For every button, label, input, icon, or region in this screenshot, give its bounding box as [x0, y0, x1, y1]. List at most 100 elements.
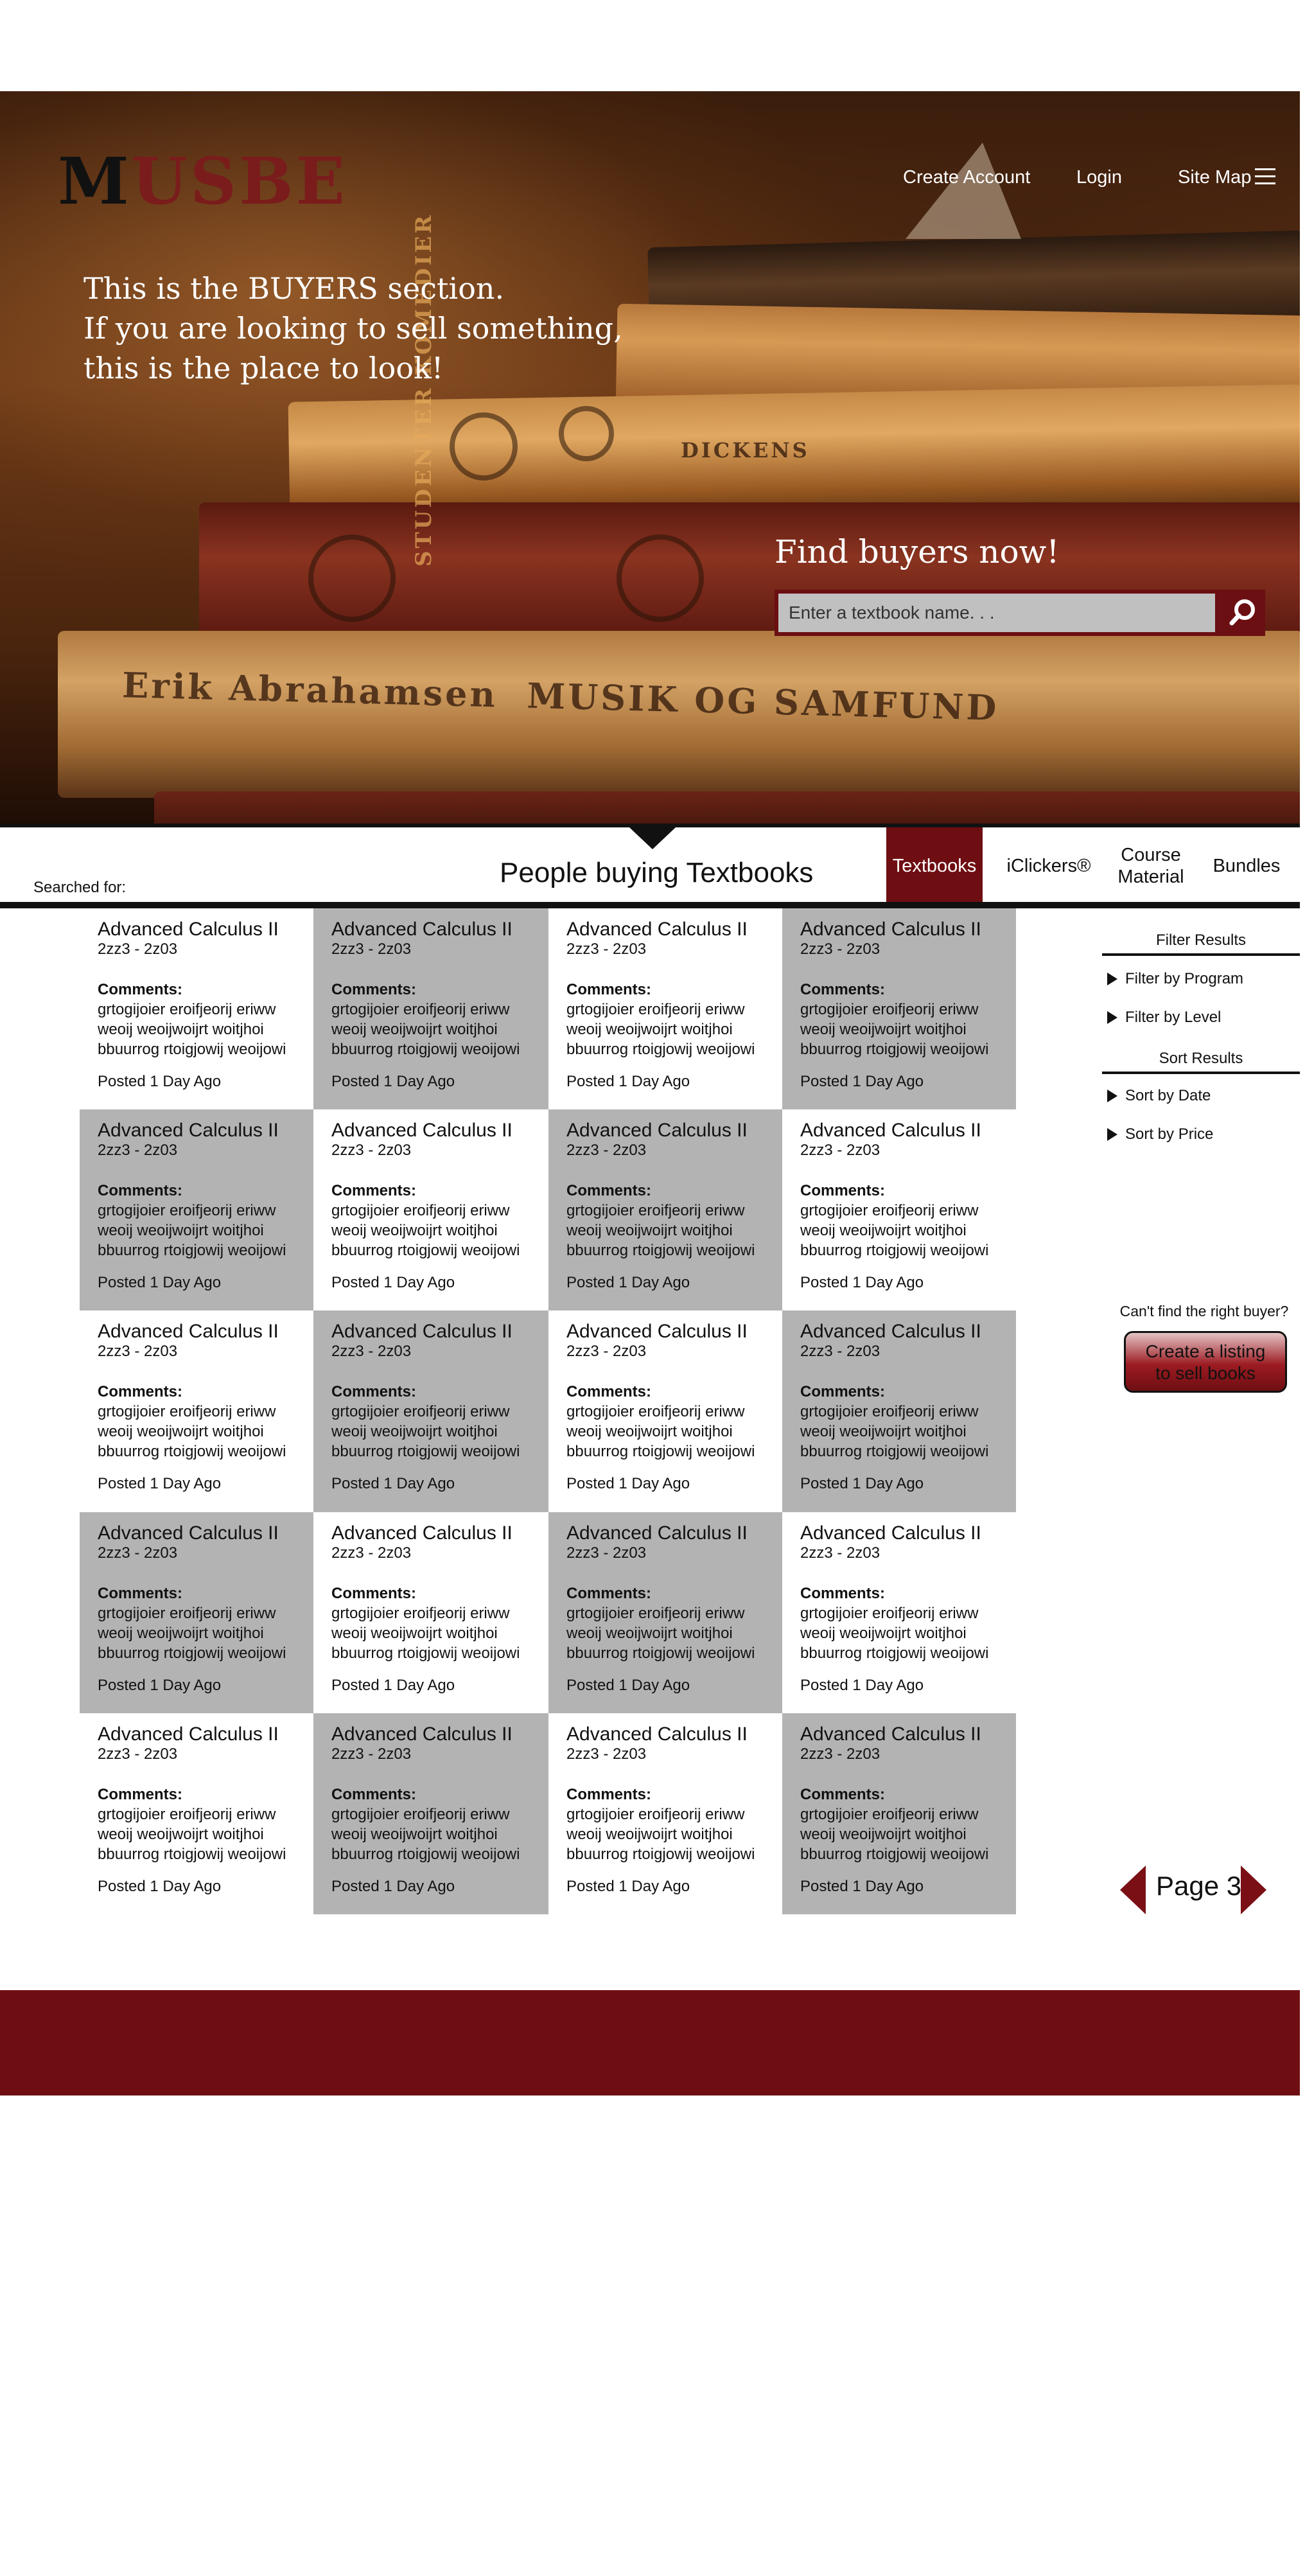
results-heading: People buying Textbooks: [500, 857, 814, 888]
search-box: [775, 590, 1265, 636]
listing-card[interactable]: Advanced Calculus II 2zz3 - 2z03 Comments:…: [782, 1310, 1016, 1512]
ornament-icon: [559, 406, 614, 461]
listing-card[interactable]: Advanced Calculus II 2zz3 - 2z03 Comments:…: [782, 908, 1016, 1110]
comments-label: Comments:: [331, 1584, 417, 1602]
listing-card[interactable]: Advanced Calculus II 2zz3 - 2z03 Comments:…: [313, 1310, 548, 1512]
comments-text: grtogijoier eroifjeorij eriww weoij weoi…: [800, 1805, 989, 1863]
listing-title: Advanced Calculus II: [566, 1723, 748, 1745]
course-code: 2zz3 - 2z03: [331, 1544, 412, 1562]
course-code: 2zz3 - 2z03: [566, 1544, 647, 1562]
listing-card[interactable]: Advanced Calculus II 2zz3 - 2z03 Comments:…: [313, 1512, 548, 1713]
listing-card[interactable]: Advanced Calculus II 2zz3 - 2z03 Comments:…: [313, 908, 548, 1110]
listing-card[interactable]: Advanced Calculus II 2zz3 - 2z03 Comments:…: [548, 1713, 782, 1914]
chevron-right-icon[interactable]: [1241, 1866, 1266, 1914]
filter-by-level[interactable]: Filter by Level: [1107, 1009, 1221, 1027]
create-account-link[interactable]: Create Account: [903, 167, 1030, 188]
posted-time: Posted 1 Day Ago: [800, 1274, 924, 1292]
tab-textbooks[interactable]: Textbooks: [886, 827, 983, 904]
listing-card[interactable]: Advanced Calculus II 2zz3 - 2z03 Comments:…: [782, 1713, 1016, 1914]
site-map-link[interactable]: Site Map: [1178, 167, 1251, 188]
listing-title: Advanced Calculus II: [98, 1321, 279, 1343]
comments-label: Comments:: [566, 1383, 652, 1401]
comments-label: Comments:: [800, 1584, 886, 1602]
listing-card[interactable]: Advanced Calculus II 2zz3 - 2z03 Comments:…: [782, 1109, 1016, 1310]
listing-card[interactable]: Advanced Calculus II 2zz3 - 2z03 Comments:…: [548, 908, 782, 1109]
comments-text: grtogijoier eroifjeorij eriww weoij weoi…: [331, 1403, 520, 1461]
ornament-icon: [617, 534, 704, 622]
listing-card[interactable]: Advanced Calculus II 2zz3 - 2z03 Comments:…: [80, 1713, 313, 1914]
comments-text: grtogijoier eroifjeorij eriww weoij weoi…: [800, 1202, 989, 1260]
course-code: 2zz3 - 2z03: [566, 1343, 647, 1361]
comments-label: Comments:: [331, 1383, 417, 1401]
listing-title: Advanced Calculus II: [331, 1321, 512, 1343]
comments-text: grtogijoier eroifjeorij eriww weoij weoi…: [331, 1805, 520, 1863]
listing-title: Advanced Calculus II: [566, 1321, 748, 1343]
search-button[interactable]: [1219, 590, 1265, 636]
posted-time: Posted 1 Day Ago: [331, 1274, 455, 1292]
hero-banner: Erik Abrahamsen MUSIK OG SAMFUND STUDENT…: [0, 91, 1300, 824]
filter-results-heading: Filter Results: [1155, 931, 1247, 949]
sidebar-divider: [1102, 953, 1300, 956]
course-code: 2zz3 - 2z03: [800, 940, 880, 958]
tagline-line: This is the BUYERS section.: [83, 271, 505, 306]
tagline-line: this is the place to look!: [83, 351, 444, 385]
listing-card[interactable]: Advanced Calculus II 2zz3 - 2z03 Comments:…: [548, 1512, 782, 1713]
listing-title: Advanced Calculus II: [98, 1120, 279, 1142]
course-code: 2zz3 - 2z03: [331, 1142, 412, 1160]
listing-card[interactable]: Advanced Calculus II 2zz3 - 2z03 Comments:…: [548, 1109, 782, 1311]
listing-card[interactable]: Advanced Calculus II 2zz3 - 2z03 Comments:…: [80, 908, 313, 1109]
ornament-icon: [450, 412, 518, 481]
sort-by-date-label: Sort by Date: [1125, 1087, 1211, 1104]
sort-results-heading: Sort Results: [1159, 1050, 1243, 1067]
posted-time: Posted 1 Day Ago: [800, 1073, 924, 1090]
listing-card[interactable]: Advanced Calculus II 2zz3 - 2z03 Comments:…: [782, 1512, 1016, 1713]
listing-card[interactable]: Advanced Calculus II 2zz3 - 2z03 Comments:…: [313, 1109, 548, 1310]
course-code: 2zz3 - 2z03: [331, 1745, 412, 1763]
paper-boat-decoration: [906, 143, 1021, 239]
create-listing-label: Create a listing to sell books: [1145, 1341, 1266, 1383]
search-input[interactable]: [778, 594, 1215, 632]
course-code: 2zz3 - 2z03: [566, 940, 647, 958]
page-indicator: Page 3: [1156, 1871, 1242, 1901]
sort-by-price[interactable]: Sort by Price: [1107, 1125, 1213, 1143]
site-logo[interactable]: MUSBE: [58, 149, 347, 213]
comments-label: Comments:: [800, 1785, 886, 1803]
course-code: 2zz3 - 2z03: [800, 1142, 880, 1160]
login-link[interactable]: Login: [1076, 167, 1122, 188]
comments-text: grtogijoier eroifjeorij eriww weoij weoi…: [98, 1805, 286, 1863]
comments-text: grtogijoier eroifjeorij eriww weoij weoi…: [331, 1604, 520, 1662]
comments-text: grtogijoier eroifjeorij eriww weoij weoi…: [566, 1403, 755, 1461]
filter-by-program[interactable]: Filter by Program: [1107, 970, 1243, 988]
comments-label: Comments:: [800, 1182, 886, 1200]
listing-card[interactable]: Advanced Calculus II 2zz3 - 2z03 Comments:…: [548, 1310, 782, 1512]
chevron-left-icon[interactable]: [1120, 1866, 1146, 1914]
listing-card[interactable]: Advanced Calculus II 2zz3 - 2z03 Comments:…: [313, 1713, 548, 1914]
posted-time: Posted 1 Day Ago: [800, 1877, 924, 1895]
create-listing-button[interactable]: Create a listing to sell books: [1124, 1331, 1287, 1393]
listing-title: Advanced Calculus II: [331, 1723, 512, 1745]
tab-bundles[interactable]: Bundles: [1205, 827, 1288, 904]
course-code: 2zz3 - 2z03: [98, 940, 178, 958]
tab-course-material[interactable]: Course Material: [1106, 827, 1196, 904]
triangle-right-icon: [1107, 1011, 1117, 1024]
logo-letter: M: [58, 143, 132, 219]
sort-by-date[interactable]: Sort by Date: [1107, 1087, 1211, 1105]
hamburger-icon[interactable]: [1255, 168, 1275, 185]
posted-time: Posted 1 Day Ago: [331, 1877, 455, 1895]
comments-text: grtogijoier eroifjeorij eriww weoij weoi…: [331, 1001, 520, 1058]
comments-label: Comments:: [331, 1182, 417, 1200]
course-code: 2zz3 - 2z03: [566, 1142, 647, 1160]
course-code: 2zz3 - 2z03: [800, 1544, 880, 1562]
comments-label: Comments:: [800, 981, 886, 998]
listing-title: Advanced Calculus II: [98, 1723, 279, 1745]
section-divider: [0, 902, 1300, 908]
listing-card[interactable]: Advanced Calculus II 2zz3 - 2z03 Comments:…: [80, 1512, 313, 1713]
listing-card[interactable]: Advanced Calculus II 2zz3 - 2z03 Comments:…: [80, 1109, 313, 1311]
tab-iclickers[interactable]: iClickers®: [994, 827, 1103, 904]
cant-find-text: Can't find the right buyer?: [1119, 1303, 1289, 1319]
comments-label: Comments:: [800, 1383, 886, 1401]
course-code: 2zz3 - 2z03: [566, 1745, 647, 1763]
listing-card[interactable]: Advanced Calculus II 2zz3 - 2z03 Comments:…: [80, 1310, 313, 1512]
sort-by-price-label: Sort by Price: [1125, 1125, 1214, 1143]
posted-time: Posted 1 Day Ago: [331, 1073, 455, 1090]
